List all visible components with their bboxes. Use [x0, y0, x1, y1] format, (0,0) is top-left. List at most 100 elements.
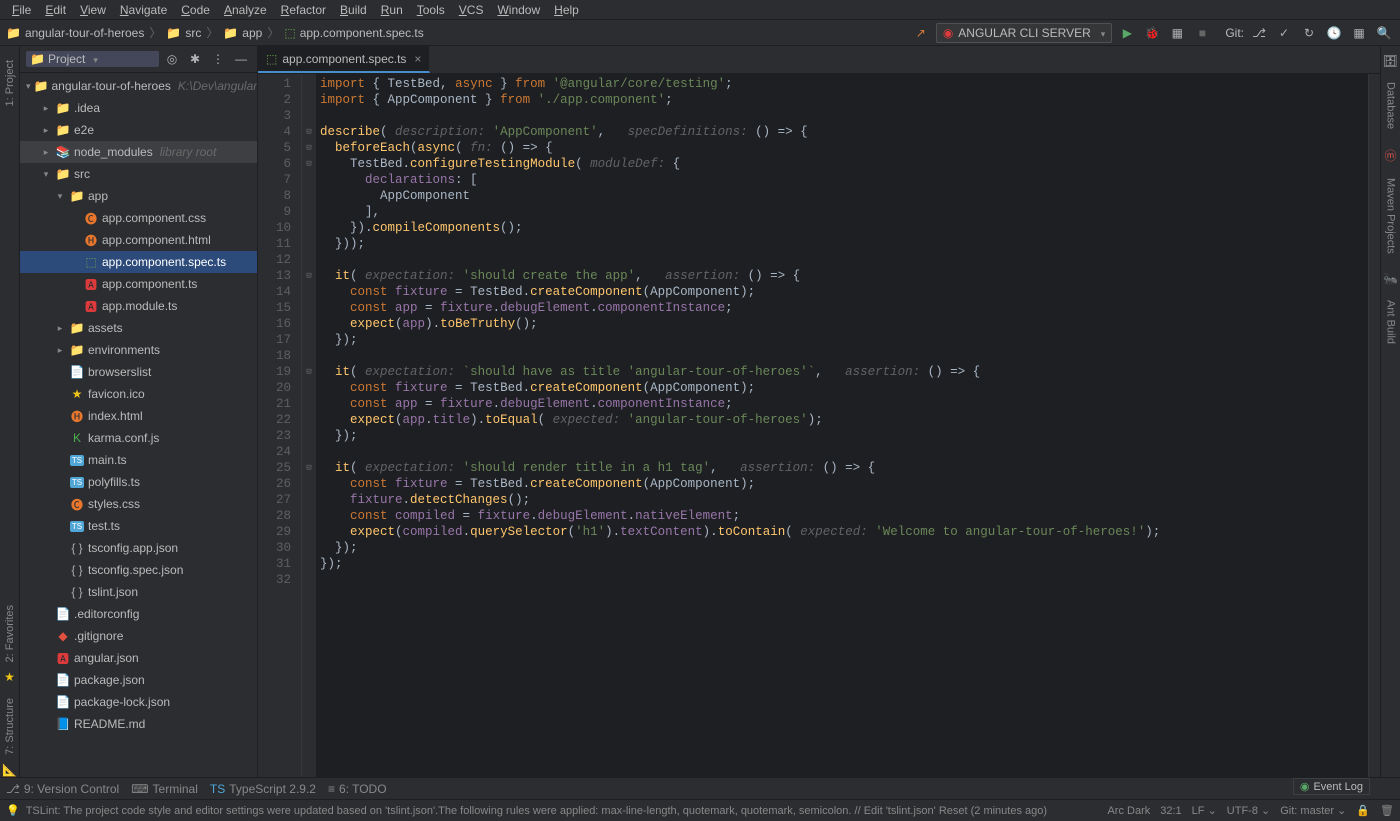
tool-maven[interactable]: Maven Projects [1385, 178, 1397, 254]
tree-item-node_modules[interactable]: ▸📚node_moduleslibrary root [20, 141, 257, 163]
lock-icon[interactable]: 🔒 [1356, 804, 1370, 817]
tree-item-tslint-json[interactable]: { }tslint.json [20, 581, 257, 603]
menu-refactor[interactable]: Refactor [275, 1, 332, 19]
menu-view[interactable]: View [74, 1, 112, 19]
status-icon: 💡 [6, 804, 20, 817]
tree-item-package-json[interactable]: 📄package.json [20, 669, 257, 691]
git-branch-icon[interactable]: ⎇ [1249, 23, 1269, 43]
tree-item-readme-md[interactable]: 📘README.md [20, 713, 257, 735]
tool-project[interactable]: 1: Project [4, 60, 16, 106]
menu-window[interactable]: Window [491, 1, 546, 19]
status-git-branch[interactable]: Git: master ⌄ [1280, 804, 1346, 817]
search-icon[interactable]: 🔍 [1374, 23, 1394, 43]
close-icon[interactable]: × [414, 52, 421, 66]
tree-item-tsconfig-app-json[interactable]: { }tsconfig.app.json [20, 537, 257, 559]
tree-item-app-component-html[interactable]: 🅗app.component.html [20, 229, 257, 251]
html-icon: 🅗 [69, 408, 85, 424]
git-history-icon[interactable]: 🕓 [1324, 23, 1344, 43]
tree-item-app-component-spec-ts[interactable]: ⬚app.component.spec.ts [20, 251, 257, 273]
toolbar: 📁 angular-tour-of-heroes 〉 📁src 〉 📁app 〉… [0, 20, 1400, 46]
tree-item-karma-conf-js[interactable]: Kkarma.conf.js [20, 427, 257, 449]
collapse-icon[interactable]: ✱ [185, 49, 205, 69]
tree-item-angular-tour-of-heroes[interactable]: ▾📁angular-tour-of-heroesK:\Dev\angular-t… [20, 75, 257, 97]
tree-item-app-component-ts[interactable]: 🅰app.component.ts [20, 273, 257, 295]
breadcrumb-src[interactable]: 📁src [166, 26, 201, 40]
menu-file[interactable]: File [6, 1, 37, 19]
tree-item-tsconfig-spec-json[interactable]: { }tsconfig.spec.json [20, 559, 257, 581]
tree-item-label: favicon.ico [88, 387, 145, 401]
run-config-selector[interactable]: ◉ ANGULAR CLI SERVER [936, 23, 1113, 43]
tree-item-app-module-ts[interactable]: 🅰app.module.ts [20, 295, 257, 317]
stop-icon[interactable]: ■ [1192, 23, 1212, 43]
tree-item-polyfills-ts[interactable]: TSpolyfills.ts [20, 471, 257, 493]
git-commit-icon[interactable]: ✓ [1274, 23, 1294, 43]
breadcrumb-project[interactable]: 📁 angular-tour-of-heroes [6, 26, 144, 40]
menu-tools[interactable]: Tools [411, 1, 451, 19]
tree-item--gitignore[interactable]: ◆.gitignore [20, 625, 257, 647]
menu-build[interactable]: Build [334, 1, 373, 19]
menu-edit[interactable]: Edit [39, 1, 72, 19]
tool-favorites[interactable]: 2: Favorites [4, 605, 16, 662]
tree-item-assets[interactable]: ▸📁assets [20, 317, 257, 339]
hide-panel-icon[interactable]: — [231, 49, 251, 69]
tab-terminal[interactable]: ⌨Terminal [131, 782, 198, 796]
tree-item-app[interactable]: ▾📁app [20, 185, 257, 207]
coverage-icon[interactable]: ▦ [1167, 23, 1187, 43]
ts-icon: TS [69, 452, 85, 468]
tree-item-e2e[interactable]: ▸📁e2e [20, 119, 257, 141]
menu-code[interactable]: Code [175, 1, 216, 19]
tab-typescript[interactable]: TSTypeScript 2.9.2 [210, 782, 316, 796]
event-log-button[interactable]: ◉Event Log [1293, 778, 1370, 795]
json-icon: { } [69, 540, 85, 556]
tree-item-index-html[interactable]: 🅗index.html [20, 405, 257, 427]
grid-icon[interactable]: ▦ [1349, 23, 1369, 43]
code-area[interactable]: import { TestBed, async } from '@angular… [316, 74, 1368, 777]
debug-icon[interactable]: 🐞 [1142, 23, 1162, 43]
tree-item--editorconfig[interactable]: 📄.editorconfig [20, 603, 257, 625]
tree-item-browserslist[interactable]: 📄browserslist [20, 361, 257, 383]
tree-item-app-component-css[interactable]: 🅒app.component.css [20, 207, 257, 229]
run-icon[interactable]: ▶ [1117, 23, 1137, 43]
tree-item-package-lock-json[interactable]: 📄package-lock.json [20, 691, 257, 713]
tree-item-label: karma.conf.js [88, 431, 159, 445]
tree-item-label: e2e [74, 123, 94, 137]
settings-icon[interactable]: ⋮ [208, 49, 228, 69]
tree-item-label: app.component.css [102, 211, 206, 225]
menu-analyze[interactable]: Analyze [218, 1, 273, 19]
tree-item-test-ts[interactable]: TStest.ts [20, 515, 257, 537]
tree-item-src[interactable]: ▾📁src [20, 163, 257, 185]
git-update-icon[interactable]: ↻ [1299, 23, 1319, 43]
editor-content[interactable]: 1234567891011121314151617181920212223242… [258, 74, 1380, 777]
right-tool-gutter: 🗄 Database ⓜ Maven Projects 🐜 Ant Build [1380, 46, 1400, 777]
status-line-ending[interactable]: LF ⌄ [1192, 804, 1217, 817]
status-encoding[interactable]: UTF-8 ⌄ [1227, 804, 1270, 817]
tool-database[interactable]: Database [1385, 82, 1397, 129]
tool-structure[interactable]: 7: Structure [4, 698, 16, 755]
tree-item--idea[interactable]: ▸📁.idea [20, 97, 257, 119]
tab-todo[interactable]: ≡6: TODO [328, 782, 387, 796]
fold-gutter[interactable]: ⊟⊟⊟⊟⊟⊟ [302, 74, 316, 777]
trash-icon[interactable]: 🗑 [1380, 804, 1394, 817]
configure-icon[interactable]: ↗ [911, 23, 931, 43]
menu-run[interactable]: Run [375, 1, 409, 19]
tree-item-environments[interactable]: ▸📁environments [20, 339, 257, 361]
project-view-selector[interactable]: 📁 Project [26, 51, 159, 67]
project-tree[interactable]: ▾📁angular-tour-of-heroesK:\Dev\angular-t… [20, 73, 257, 777]
tab-app-component-spec[interactable]: ⬚ app.component.spec.ts × [258, 46, 430, 73]
tree-item-favicon-ico[interactable]: ★favicon.ico [20, 383, 257, 405]
autoscroll-icon[interactable]: ◎ [162, 49, 182, 69]
breadcrumb-file[interactable]: ⬚app.component.spec.ts [284, 26, 423, 40]
tree-item-main-ts[interactable]: TSmain.ts [20, 449, 257, 471]
menu-help[interactable]: Help [548, 1, 585, 19]
tool-ant[interactable]: Ant Build [1385, 300, 1397, 344]
breadcrumb-app[interactable]: 📁app [223, 26, 262, 40]
tree-item-label: package-lock.json [74, 695, 170, 709]
menu-navigate[interactable]: Navigate [114, 1, 173, 19]
menu-vcs[interactable]: VCS [453, 1, 490, 19]
status-caret-pos[interactable]: 32:1 [1160, 805, 1181, 817]
status-theme[interactable]: Arc Dark [1107, 805, 1150, 817]
tree-item-angular-json[interactable]: 🅰angular.json [20, 647, 257, 669]
tab-version-control[interactable]: ⎇9: Version Control [6, 782, 119, 796]
project-panel: 📁 Project ◎ ✱ ⋮ — ▾📁angular-tour-of-hero… [20, 46, 258, 777]
tree-item-styles-css[interactable]: 🅒styles.css [20, 493, 257, 515]
